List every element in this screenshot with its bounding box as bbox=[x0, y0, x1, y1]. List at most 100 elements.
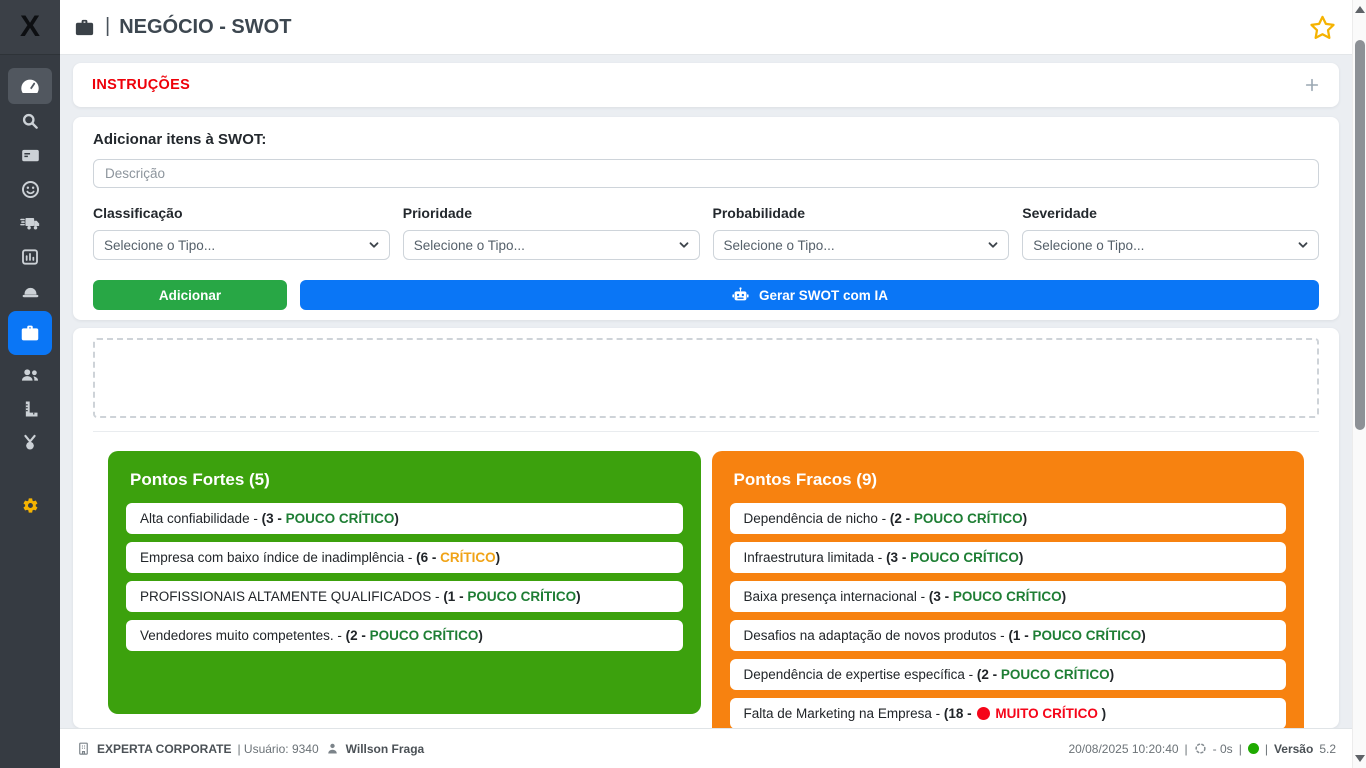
medal-icon bbox=[20, 433, 40, 453]
instructions-card: INSTRUÇÕES bbox=[73, 63, 1339, 107]
sidebar-item-chart[interactable] bbox=[8, 240, 52, 274]
datetime: 20/08/2025 10:20:40 bbox=[1068, 742, 1178, 756]
smiley-icon bbox=[20, 179, 41, 200]
spinner-icon bbox=[1194, 742, 1207, 755]
sidebar: X bbox=[0, 0, 60, 768]
swot-item[interactable]: Falta de Marketing na Empresa - (18 - MU… bbox=[730, 698, 1287, 728]
sidebar-item-medal[interactable] bbox=[8, 426, 52, 460]
swot-card: Pontos Fortes (5) Alta confiabilidade - … bbox=[73, 328, 1339, 728]
scrollbar-thumb[interactable] bbox=[1355, 40, 1365, 430]
strengths-panel: Pontos Fortes (5) Alta confiabilidade - … bbox=[108, 451, 701, 714]
classificacao-label: Classificação bbox=[93, 205, 390, 221]
prioridade-select[interactable]: Selecione o Tipo... bbox=[403, 230, 700, 260]
classificacao-select[interactable]: Selecione o Tipo... bbox=[93, 230, 390, 260]
swot-item[interactable]: Dependência de expertise específica - (2… bbox=[730, 659, 1287, 690]
weaknesses-panel: Pontos Fracos (9) Dependência de nicho -… bbox=[712, 451, 1305, 728]
elapsed-time: - 0s bbox=[1213, 742, 1233, 756]
field-severidade: Severidade Selecione o Tipo... bbox=[1022, 205, 1319, 260]
status-dot-icon bbox=[1248, 743, 1259, 754]
sidebar-item-settings[interactable] bbox=[8, 488, 52, 522]
strengths-list: Alta confiabilidade - (3 - POUCO CRÍTICO… bbox=[126, 503, 683, 651]
main-content: INSTRUÇÕES Adicionar itens à SWOT: Class… bbox=[60, 55, 1352, 728]
separator: | bbox=[1185, 742, 1188, 756]
severidade-select[interactable]: Selecione o Tipo... bbox=[1022, 230, 1319, 260]
instructions-label: INSTRUÇÕES bbox=[92, 77, 190, 93]
strengths-title: Pontos Fortes (5) bbox=[130, 470, 683, 490]
status-right: 20/08/2025 10:20:40 | - 0s | | Versão 5.… bbox=[1068, 742, 1336, 756]
search-icon bbox=[20, 111, 40, 131]
gear-icon bbox=[22, 497, 39, 514]
swot-item[interactable]: Empresa com baixo índice de inadimplênci… bbox=[126, 542, 683, 573]
scroll-down-arrow-icon[interactable] bbox=[1355, 755, 1365, 762]
swot-panels: Pontos Fortes (5) Alta confiabilidade - … bbox=[93, 432, 1319, 728]
top-header: | NEGÓCIO - SWOT bbox=[60, 0, 1352, 55]
card-icon bbox=[20, 145, 41, 166]
prioridade-label: Prioridade bbox=[403, 205, 700, 221]
title-text: NEGÓCIO - SWOT bbox=[119, 16, 291, 39]
swot-dropzone[interactable] bbox=[93, 338, 1319, 418]
sidebar-item-users[interactable] bbox=[8, 358, 52, 392]
briefcase-icon bbox=[19, 322, 41, 344]
version-value: 5.2 bbox=[1319, 742, 1336, 756]
sidebar-item-truck[interactable] bbox=[8, 206, 52, 240]
weaknesses-list: Dependência de nicho - (2 - POUCO CRÍTIC… bbox=[730, 503, 1287, 728]
probabilidade-select[interactable]: Selecione o Tipo... bbox=[713, 230, 1010, 260]
sidebar-nav bbox=[0, 55, 60, 522]
bar-chart-icon bbox=[20, 247, 40, 267]
user-name: Willson Fraga bbox=[346, 742, 425, 756]
swot-item[interactable]: PROFISSIONAIS ALTAMENTE QUALIFICADOS - (… bbox=[126, 581, 683, 612]
title-separator: | bbox=[105, 15, 110, 38]
user-icon bbox=[325, 741, 340, 756]
building-icon bbox=[76, 741, 91, 756]
actions-row: Adicionar Gerar SWOT com IA bbox=[93, 280, 1319, 310]
users-icon bbox=[19, 364, 41, 386]
expand-button[interactable] bbox=[1304, 77, 1320, 93]
app-logo[interactable]: X bbox=[0, 0, 60, 55]
vertical-scrollbar[interactable] bbox=[1352, 0, 1366, 768]
version-label: Versão bbox=[1274, 742, 1313, 756]
sidebar-item-hard-hat[interactable] bbox=[8, 274, 52, 308]
briefcase-icon bbox=[73, 16, 96, 39]
sidebar-item-briefcase[interactable] bbox=[8, 311, 52, 355]
add-button[interactable]: Adicionar bbox=[93, 280, 287, 310]
sidebar-item-card[interactable] bbox=[8, 138, 52, 172]
robot-icon bbox=[731, 286, 750, 305]
description-input[interactable] bbox=[93, 159, 1319, 188]
add-swot-form: Adicionar itens à SWOT: Classificação Se… bbox=[73, 117, 1339, 320]
sidebar-item-dashboard[interactable] bbox=[8, 68, 52, 104]
sidebar-item-smiley[interactable] bbox=[8, 172, 52, 206]
field-probabilidade: Probabilidade Selecione o Tipo... bbox=[713, 205, 1010, 260]
company-name: EXPERTA CORPORATE bbox=[97, 742, 231, 756]
generate-swot-ai-button[interactable]: Gerar SWOT com IA bbox=[300, 280, 1319, 310]
star-outline-icon bbox=[1309, 14, 1336, 41]
fields-row: Classificação Selecione o Tipo... Priori… bbox=[93, 205, 1319, 260]
ruler-icon bbox=[20, 399, 40, 419]
plus-icon bbox=[1304, 77, 1320, 93]
swot-item[interactable]: Baixa presença internacional - (3 - POUC… bbox=[730, 581, 1287, 612]
severidade-label: Severidade bbox=[1022, 205, 1319, 221]
swot-item[interactable]: Vendedores muito competentes. - (2 - POU… bbox=[126, 620, 683, 651]
swot-item[interactable]: Dependência de nicho - (2 - POUCO CRÍTIC… bbox=[730, 503, 1287, 534]
status-bar: EXPERTA CORPORATE | Usuário: 9340 Willso… bbox=[60, 728, 1352, 768]
field-prioridade: Prioridade Selecione o Tipo... bbox=[403, 205, 700, 260]
form-heading: Adicionar itens à SWOT: bbox=[93, 131, 1319, 148]
scroll-up-arrow-icon[interactable] bbox=[1355, 6, 1365, 13]
swot-item[interactable]: Infraestrutura limitada - (3 - POUCO CRÍ… bbox=[730, 542, 1287, 573]
page-title: | NEGÓCIO - SWOT bbox=[73, 16, 291, 39]
sidebar-item-ruler[interactable] bbox=[8, 392, 52, 426]
sidebar-item-search[interactable] bbox=[8, 104, 52, 138]
critical-dot-icon bbox=[977, 707, 990, 720]
field-classificacao: Classificação Selecione o Tipo... bbox=[93, 205, 390, 260]
dashboard-icon bbox=[19, 75, 41, 97]
separator: | bbox=[1265, 742, 1268, 756]
swot-item[interactable]: Desafios na adaptação de novos produtos … bbox=[730, 620, 1287, 651]
favorite-button[interactable] bbox=[1309, 14, 1336, 41]
swot-item[interactable]: Alta confiabilidade - (3 - POUCO CRÍTICO… bbox=[126, 503, 683, 534]
weaknesses-title: Pontos Fracos (9) bbox=[734, 470, 1287, 490]
user-id: | Usuário: 9340 bbox=[237, 742, 318, 756]
probabilidade-label: Probabilidade bbox=[713, 205, 1010, 221]
truck-icon bbox=[19, 212, 41, 234]
hard-hat-icon bbox=[20, 281, 41, 302]
separator: | bbox=[1239, 742, 1242, 756]
generate-swot-ai-label: Gerar SWOT com IA bbox=[759, 288, 888, 303]
